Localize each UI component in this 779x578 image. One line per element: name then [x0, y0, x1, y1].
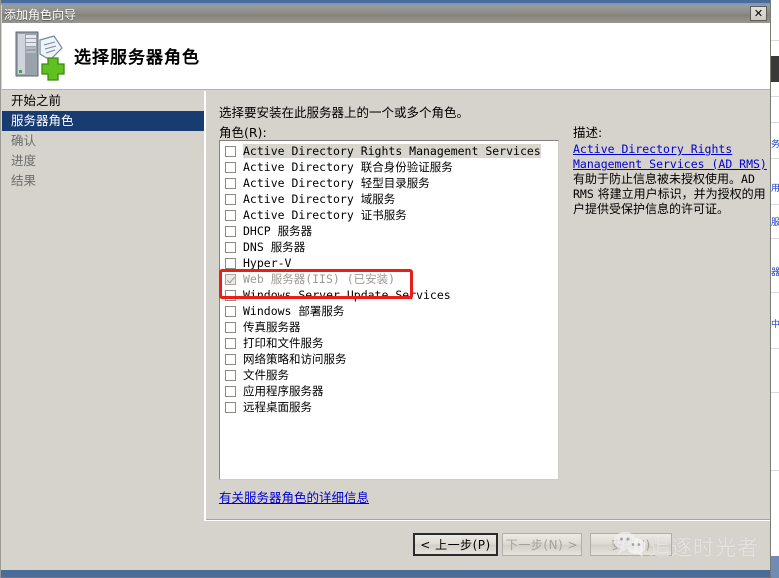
- role-checkbox[interactable]: [225, 193, 236, 205]
- description-text: Active Directory Rights Management Servi…: [573, 142, 767, 217]
- role-checkbox[interactable]: [225, 321, 236, 333]
- role-label: DNS 服务器: [243, 240, 306, 254]
- role-checkbox[interactable]: [225, 209, 236, 221]
- description-label: 描述:: [573, 125, 603, 140]
- role-label: Active Directory 域服务: [243, 192, 396, 206]
- role-checkbox[interactable]: [225, 401, 236, 413]
- role-checkbox[interactable]: [225, 241, 236, 253]
- role-label: 网络策略和访问服务: [243, 352, 347, 366]
- role-list-item[interactable]: Windows 部署服务: [220, 303, 558, 319]
- sidebar-item-server-roles[interactable]: 服务器角色: [2, 111, 204, 131]
- role-checkbox[interactable]: [225, 177, 236, 189]
- role-checkbox[interactable]: [225, 353, 236, 365]
- role-list-item[interactable]: DNS 服务器: [220, 239, 558, 255]
- role-label: 文件服务: [243, 368, 289, 382]
- close-icon: ✕: [753, 7, 764, 20]
- description-pane: 描述: Active Directory Rights Management S…: [566, 91, 770, 520]
- close-button[interactable]: ✕: [750, 6, 767, 21]
- role-list-item[interactable]: Windows Server Update Services: [220, 287, 558, 303]
- role-list-item[interactable]: DHCP 服务器: [220, 223, 558, 239]
- role-list-item[interactable]: Hyper-V: [220, 255, 558, 271]
- role-label: 打印和文件服务: [243, 336, 324, 350]
- background-page-strip: 务 用 服 器 中: [771, 0, 779, 578]
- role-checkbox[interactable]: [225, 225, 236, 237]
- role-label: Active Directory 轻型目录服务: [243, 176, 430, 190]
- role-list-item[interactable]: 传真服务器: [220, 319, 558, 335]
- bottom-accent-bar: [1, 570, 770, 577]
- role-list-item[interactable]: 文件服务: [220, 367, 558, 383]
- header-banner: 选择服务器角色: [2, 23, 770, 90]
- more-info-link[interactable]: 有关服务器角色的详细信息: [219, 487, 369, 506]
- previous-button[interactable]: < 上一步(P): [413, 533, 498, 556]
- role-list-item[interactable]: 远程桌面服务: [220, 399, 558, 415]
- role-checkbox[interactable]: [225, 161, 236, 173]
- role-label: Windows 部署服务: [243, 304, 345, 318]
- role-checkbox[interactable]: [225, 369, 236, 381]
- roles-listbox[interactable]: Active Directory Rights Management Servi…: [219, 140, 559, 480]
- role-label: Hyper-V: [243, 256, 292, 270]
- description-body-1: 有助于防止信息被未授权使用。: [573, 172, 742, 186]
- previous-button-label: < 上一步(P): [420, 538, 491, 552]
- install-button: 安装(I): [590, 533, 672, 556]
- sidebar-item-before-you-begin[interactable]: 开始之前: [2, 91, 204, 111]
- role-list-item[interactable]: 应用程序服务器: [220, 383, 558, 399]
- title-bar: 添加角色向导 ✕: [2, 5, 770, 23]
- role-checkbox[interactable]: [225, 257, 236, 269]
- page-title: 选择服务器角色: [74, 48, 200, 68]
- window-title: 添加角色向导: [4, 7, 77, 22]
- description-link[interactable]: Active Directory Rights Management Servi…: [573, 142, 767, 171]
- sidebar-item-progress[interactable]: 进度: [2, 151, 204, 171]
- role-list-item[interactable]: Active Directory 轻型目录服务: [220, 175, 558, 191]
- wizard-step-nav: 开始之前 服务器角色 确认 进度 结果: [2, 91, 204, 518]
- add-roles-wizard-window: 务 用 服 器 中 添加角色向导 ✕ 选择服务器角色 开始之前 服务器角色 确认…: [0, 0, 779, 578]
- role-checkbox[interactable]: [225, 385, 236, 397]
- role-list-item[interactable]: Active Directory Rights Management Servi…: [220, 143, 558, 159]
- role-checkbox[interactable]: [225, 337, 236, 349]
- next-button: 下一步(N) >: [502, 533, 582, 556]
- role-list-item[interactable]: Active Directory 联合身份验证服务: [220, 159, 558, 175]
- role-checkbox: [225, 273, 236, 285]
- role-checkbox[interactable]: [225, 289, 236, 301]
- role-label: Active Directory Rights Management Servi…: [243, 144, 541, 158]
- server-add-icon: [10, 26, 68, 84]
- sidebar-item-results[interactable]: 结果: [2, 171, 204, 191]
- role-checkbox[interactable]: [225, 305, 236, 317]
- role-list-item[interactable]: Web 服务器(IIS) (已安装): [220, 271, 558, 287]
- description-body-2: 将建立用户标识，并为授权的用户提供受保护信息的许可证。: [573, 187, 766, 216]
- roles-list-label: 角色(R):: [219, 125, 267, 140]
- role-label: 远程桌面服务: [243, 400, 312, 414]
- next-button-label: 下一步(N) >: [505, 538, 579, 552]
- install-button-label: 安装(I): [611, 538, 651, 552]
- footer-bar: < 上一步(P) 下一步(N) > 安装(I): [2, 521, 770, 570]
- role-label: 应用程序服务器: [243, 384, 324, 398]
- role-label: Active Directory 联合身份验证服务: [243, 160, 453, 174]
- role-label: Active Directory 证书服务: [243, 208, 407, 222]
- instruction-text: 选择要安装在此服务器上的一个或多个角色。: [219, 105, 470, 120]
- role-label: Web 服务器(IIS) (已安装): [243, 272, 396, 286]
- wizard-dialog: 添加角色向导 ✕ 选择服务器角色 开始之前 服务器角色 确认 进度 结果 选择要…: [0, 0, 771, 578]
- role-label: DHCP 服务器: [243, 224, 313, 238]
- sidebar-item-confirmation[interactable]: 确认: [2, 131, 204, 151]
- role-label: Windows Server Update Services: [243, 288, 451, 302]
- role-list-item[interactable]: 网络策略和访问服务: [220, 351, 558, 367]
- role-list-item[interactable]: 打印和文件服务: [220, 335, 558, 351]
- role-checkbox[interactable]: [225, 145, 236, 157]
- role-list-item[interactable]: Active Directory 域服务: [220, 191, 558, 207]
- role-list-item[interactable]: Active Directory 证书服务: [220, 207, 558, 223]
- role-label: 传真服务器: [243, 320, 301, 334]
